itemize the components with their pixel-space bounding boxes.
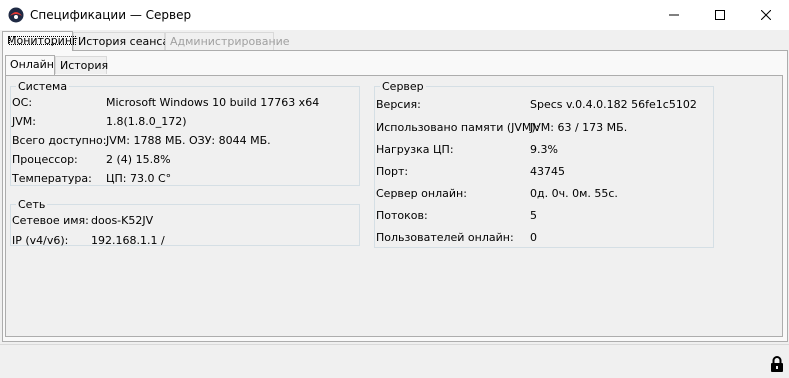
- title-bar: Спецификации — Сервер: [0, 0, 789, 30]
- users-online-label: Пользователей онлайн:: [376, 231, 514, 244]
- version-label: Версия:: [376, 98, 421, 111]
- online-panel: Система ОС: Microsoft Windows 10 build 1…: [5, 75, 783, 337]
- system-group-legend: Система: [18, 80, 68, 93]
- hostname-label: Сетевое имя:: [12, 214, 89, 227]
- network-group-legend: Сеть: [18, 198, 46, 211]
- window-title: Спецификации — Сервер: [30, 8, 192, 22]
- available-value: JVM: 1788 МБ. ОЗУ: 8044 МБ.: [106, 134, 271, 147]
- memory-label: Использовано памяти (JVM):: [376, 121, 540, 134]
- port-label: Порт:: [376, 165, 409, 178]
- memory-value: JVM: 63 / 173 МБ.: [530, 121, 628, 134]
- threads-value: 5: [530, 209, 537, 222]
- available-label: Всего доступно:: [12, 134, 107, 147]
- tab-monitoring[interactable]: Мониторинг: [2, 31, 78, 51]
- temperature-value: ЦП: 73.0 C°: [106, 172, 172, 185]
- cpu-load-label: Нагрузка ЦП:: [376, 143, 454, 156]
- jvm-value: 1.8(1.8.0_172): [106, 115, 187, 128]
- close-button[interactable]: [743, 0, 789, 30]
- close-icon: [761, 10, 771, 20]
- temperature-label: Температура:: [12, 172, 92, 185]
- users-online-value: 0: [530, 231, 537, 244]
- maximize-button[interactable]: [697, 0, 743, 30]
- cpu-value: 2 (4) 15.8%: [106, 153, 171, 166]
- tab-online[interactable]: Онлайн: [5, 55, 55, 75]
- tab-monitoring-label: Мониторинг: [7, 34, 78, 47]
- cpu-load-value: 9.3%: [530, 143, 558, 156]
- cpu-label: Процессор:: [12, 153, 78, 166]
- status-bar: [0, 344, 789, 378]
- version-value: Specs v.0.4.0.182 56fe1c5102: [530, 98, 697, 111]
- maximize-icon: [715, 10, 725, 20]
- uptime-label: Сервер онлайн:: [376, 187, 467, 200]
- os-value: Microsoft Windows 10 build 17763 x64: [106, 96, 320, 109]
- tab-history[interactable]: История: [55, 56, 109, 74]
- tab-session-history[interactable]: История сеанса: [73, 32, 169, 50]
- tab-history-label: История: [60, 59, 109, 72]
- ip-label: IP (v4/v6):: [12, 234, 69, 247]
- uptime-value: 0д. 0ч. 0м. 55с.: [530, 187, 618, 200]
- tab-administration-label: Администрирование: [170, 35, 290, 48]
- port-value: 43745: [530, 165, 565, 178]
- minimize-button[interactable]: [651, 0, 697, 30]
- threads-label: Потоков:: [376, 209, 428, 222]
- minimize-icon: [669, 14, 679, 16]
- monitoring-panel: Онлайн История Система ОС: Microsoft Win…: [2, 50, 788, 342]
- tab-administration[interactable]: Администрирование: [165, 32, 290, 50]
- app-logo-icon: [8, 7, 24, 23]
- hostname-value: doos-K52JV: [91, 214, 154, 227]
- tab-session-history-label: История сеанса: [78, 35, 170, 48]
- jvm-label: JVM:: [12, 115, 36, 128]
- ip-value: 192.168.1.1 /: [91, 234, 165, 247]
- os-label: ОС:: [12, 96, 33, 109]
- lock-icon[interactable]: [770, 356, 784, 372]
- server-group-legend: Сервер: [382, 80, 424, 93]
- tab-online-label: Онлайн: [10, 58, 54, 71]
